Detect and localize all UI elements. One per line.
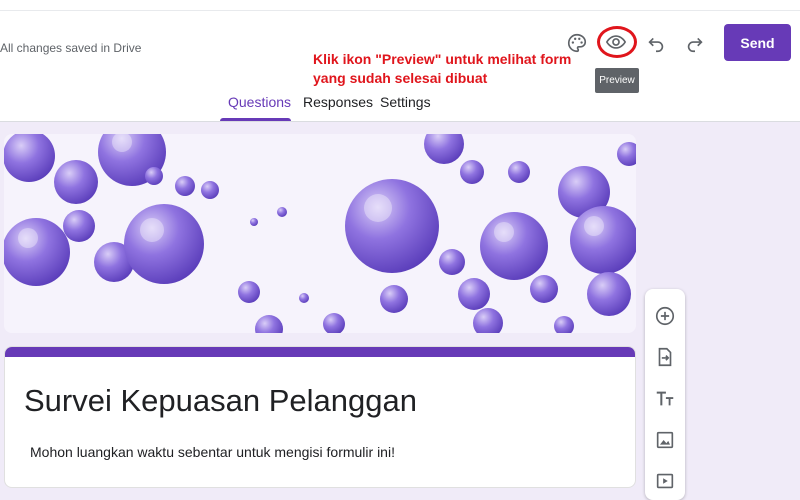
add-video-button[interactable] (653, 469, 677, 493)
add-question-button[interactable] (653, 304, 677, 328)
add-title-icon (656, 391, 674, 406)
header-image (4, 134, 636, 333)
add-video-icon (656, 473, 674, 489)
undo-button[interactable] (640, 27, 672, 59)
question-toolbar (645, 289, 685, 500)
redo-icon (687, 37, 703, 53)
add-image-button[interactable] (653, 428, 677, 452)
send-button[interactable]: Send (724, 24, 791, 61)
eye-icon (605, 35, 627, 49)
redo-button[interactable] (679, 27, 711, 59)
form-title-card[interactable]: Survei Kepuasan Pelanggan Mohon luangkan… (4, 346, 636, 488)
import-questions-icon (658, 347, 672, 367)
active-tab-indicator (220, 118, 291, 121)
import-questions-button[interactable] (653, 345, 677, 369)
tab-settings[interactable]: Settings (380, 94, 431, 110)
annotation-line-2: yang sudah selesai dibuat (313, 70, 488, 86)
instruction-annotation: Klik ikon "Preview" untuk melihat form y… (313, 50, 603, 88)
top-bar: All changes saved in Drive Preview Send (0, 0, 800, 122)
top-divider (0, 10, 800, 11)
tab-responses[interactable]: Responses (303, 94, 373, 110)
save-status: All changes saved in Drive (0, 41, 142, 55)
add-image-icon (656, 431, 674, 449)
tab-questions[interactable]: Questions (228, 94, 291, 110)
annotation-line-1: Klik ikon "Preview" untuk melihat form (313, 51, 572, 67)
form-title[interactable]: Survei Kepuasan Pelanggan (24, 383, 417, 419)
add-question-icon (655, 306, 675, 326)
form-description[interactable]: Mohon luangkan waktu sebentar untuk meng… (30, 444, 395, 460)
form-tabs: Questions Responses Settings (0, 94, 800, 122)
bubbles-image (4, 134, 636, 333)
preview-button[interactable] (600, 26, 632, 58)
title-card-accent (5, 347, 635, 357)
add-title-button[interactable] (653, 387, 677, 411)
undo-icon (648, 37, 664, 53)
